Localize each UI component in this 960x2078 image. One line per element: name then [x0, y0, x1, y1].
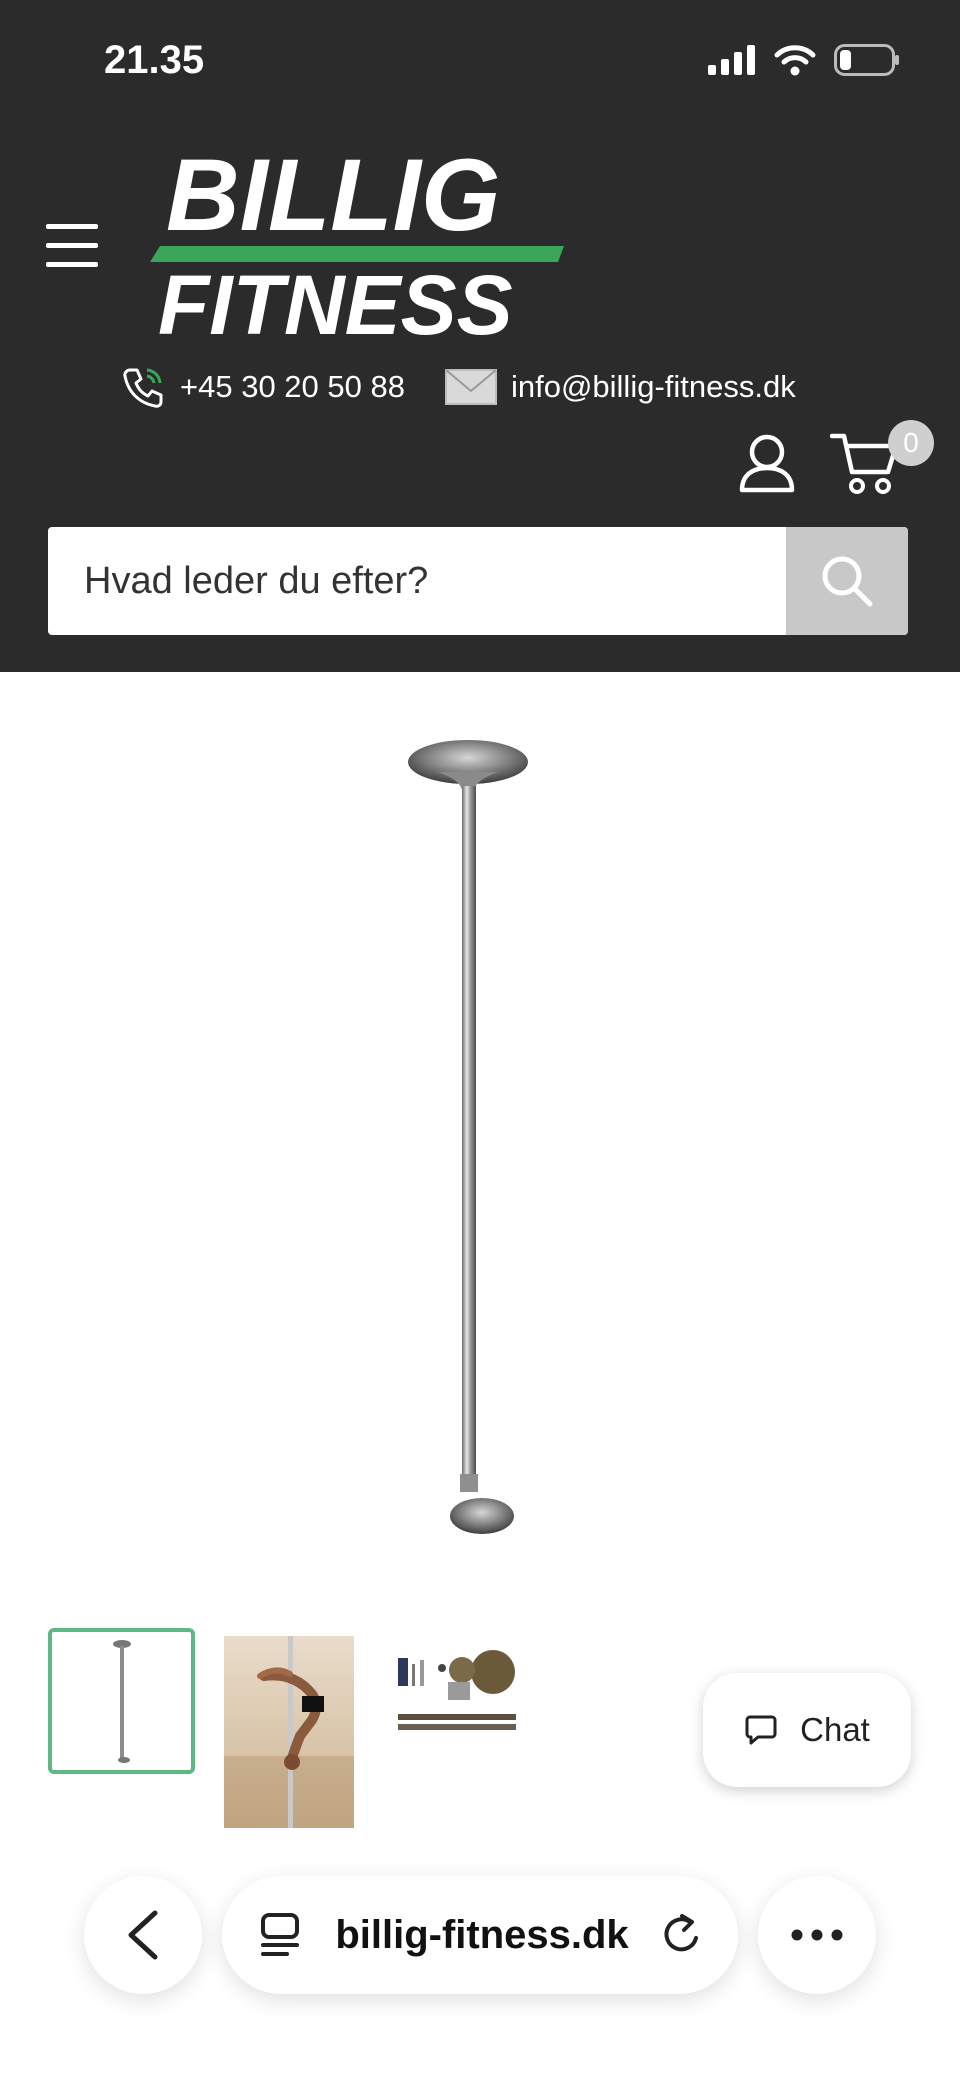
pole-shaft	[462, 786, 476, 1476]
thumbnail-pole-dancer[interactable]	[224, 1636, 354, 1828]
logo-line2: FITNESS	[158, 258, 513, 340]
pole-parts-thumbnail-image	[398, 1650, 516, 1730]
reload-icon[interactable]	[660, 1912, 704, 1958]
signal-icon	[708, 45, 755, 75]
chat-label: Chat	[800, 1711, 870, 1748]
chevron-left-icon	[128, 1910, 158, 1960]
phone-link[interactable]: +45 30 20 50 88	[120, 364, 405, 410]
email-link[interactable]: info@billig-fitness.dk	[444, 369, 796, 405]
pole-base-mount	[450, 1498, 514, 1534]
pole-thumbnail-image	[113, 1640, 131, 1763]
phone-icon	[123, 368, 163, 408]
search-icon	[822, 556, 873, 607]
menu-icon-bar	[46, 262, 98, 267]
billig-fitness-logo[interactable]: BILLIG FITNESS	[150, 140, 570, 340]
more-dots-icon	[791, 1929, 843, 1941]
search-button[interactable]	[786, 527, 908, 635]
mail-icon	[444, 369, 497, 405]
pole-base-collar	[460, 1474, 478, 1492]
thumbnail-pole-parts[interactable]	[392, 1650, 522, 1740]
menu-icon-bar	[46, 243, 98, 248]
status-icons	[708, 44, 900, 76]
address-bar[interactable]: billig-fitness.dk	[222, 1876, 738, 1994]
thumbnail-pole[interactable]	[48, 1628, 195, 1774]
cart-count-badge: 0	[888, 420, 934, 466]
page-menu-icon	[261, 1913, 299, 1956]
search-input[interactable]	[48, 527, 788, 635]
chat-icon	[745, 1715, 777, 1745]
status-time: 21.35	[104, 38, 205, 82]
contact-row: +45 30 20 50 88 info@billig-fitness.dk	[120, 364, 796, 410]
phone-number: +45 30 20 50 88	[180, 369, 405, 404]
account-icon[interactable]	[738, 434, 796, 494]
pole-image[interactable]	[380, 730, 570, 1540]
battery-icon	[834, 44, 899, 76]
menu-button[interactable]	[46, 224, 98, 268]
chat-button[interactable]: Chat	[703, 1673, 911, 1787]
site-header: 21.35 BILLIG FITNESS +45 30 20 50 88 inf…	[0, 0, 960, 672]
browser-back-button[interactable]	[84, 1876, 202, 1994]
url-text: billig-fitness.dk	[335, 1912, 629, 1957]
browser-more-button[interactable]	[758, 1876, 876, 1994]
search-bar	[48, 527, 908, 635]
logo-line1: BILLIG	[166, 140, 500, 252]
wifi-icon	[774, 45, 816, 76]
email-address: info@billig-fitness.dk	[510, 369, 796, 404]
pole-dancer-thumbnail-image	[224, 1636, 354, 1828]
menu-icon-bar	[46, 224, 98, 229]
